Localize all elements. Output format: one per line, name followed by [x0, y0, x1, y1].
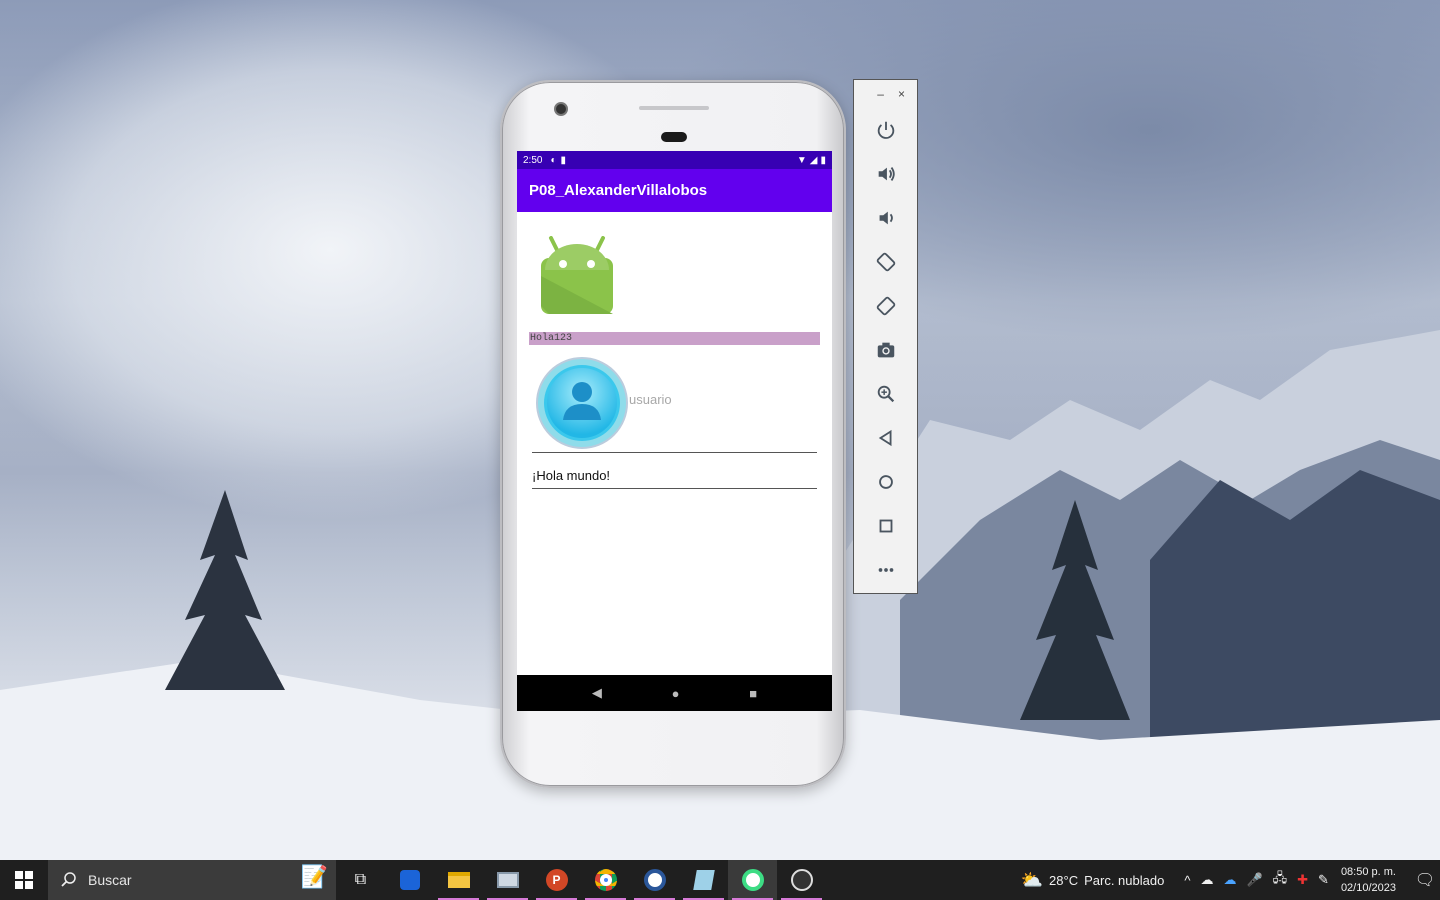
back-icon — [878, 429, 891, 447]
volume-down-button[interactable] — [854, 196, 917, 240]
username-underline — [532, 452, 817, 453]
app-icon-round — [643, 869, 666, 891]
system-tray: ⛅ 28°C Parc. nublado ^ ☁ ☁ 🎤 🖧 ✚ ✎ 08:50… — [1021, 860, 1440, 900]
emulator-window-buttons: – × — [854, 80, 917, 108]
password-text-highlight: Hola123 — [529, 332, 820, 345]
power-icon — [877, 121, 894, 139]
obs-icon — [790, 869, 813, 891]
windows-taskbar: Buscar 📝 ⧉ P ⛅ 28°C Parc. nublado ^ ☁ ☁ … — [0, 860, 1440, 900]
zoom-icon — [877, 385, 894, 403]
folder-icon — [447, 872, 470, 888]
weather-widget[interactable]: ⛅ 28°C Parc. nublado — [1021, 870, 1165, 891]
emulator-controls-panel: – × — [853, 79, 918, 594]
task-view-icon: ⧉ — [354, 871, 367, 888]
nav-back-button[interactable]: ◀ — [592, 685, 602, 701]
monitor-icon — [496, 872, 519, 888]
rotate-left-button[interactable] — [854, 240, 917, 284]
rotate-left-icon — [876, 252, 895, 272]
taskbar-app-monitor[interactable] — [483, 860, 532, 900]
minimize-button[interactable]: – — [877, 87, 884, 101]
volume-down-icon — [879, 211, 893, 225]
partly-cloudy-icon: ⛅ — [1020, 869, 1044, 890]
cloud-icon[interactable]: ☁ — [1200, 872, 1213, 888]
emu-overview-button[interactable] — [854, 504, 917, 548]
more-icon — [878, 568, 893, 572]
greeting-input[interactable]: ¡Hola mundo! — [532, 468, 817, 488]
overview-icon — [879, 519, 892, 533]
battery-icon: ▮ — [820, 154, 826, 166]
app-title: P08_AlexanderVillalobos — [529, 182, 708, 199]
pen-icon[interactable]: ✎ — [1318, 872, 1329, 888]
phone-device: 2:50 ◐ ▮ ▼ ◢ ▮ P08_AlexanderVillalobos H… — [500, 80, 846, 788]
taskbar-app-chrome[interactable] — [581, 860, 630, 900]
status-time: 2:50 — [523, 154, 543, 166]
windows-logo-icon — [15, 871, 33, 889]
username-input[interactable]: usuario — [629, 392, 817, 412]
user-avatar-icon — [536, 357, 628, 449]
status-bar: 2:50 ◐ ▮ ▼ ◢ ▮ — [517, 151, 832, 169]
rotate-right-button[interactable] — [854, 284, 917, 328]
data-saver-icon: ◐ — [550, 154, 557, 166]
more-options-button[interactable] — [854, 548, 917, 592]
clock[interactable]: 08:50 p. m. 02/10/2023 — [1341, 864, 1396, 896]
taskbar-app-word[interactable] — [630, 860, 679, 900]
notification-icon: 🗨 — [1414, 872, 1436, 889]
signal-icon: ◢ — [809, 154, 818, 166]
clock-date: 02/10/2023 — [1340, 882, 1396, 894]
home-icon — [878, 475, 893, 489]
taskbar-app-android-studio[interactable] — [728, 860, 777, 900]
greeting-underline — [532, 488, 817, 489]
chevron-up-icon[interactable]: ^ — [1184, 873, 1190, 888]
camera-icon — [877, 342, 894, 358]
taskbar-search-box[interactable]: Buscar 📝 — [48, 860, 336, 900]
taskbar-app-obs[interactable] — [777, 860, 826, 900]
weather-temperature: 28°C — [1049, 872, 1079, 888]
powerpoint-icon: P — [545, 869, 568, 891]
phone-screen: 2:50 ◐ ▮ ▼ ◢ ▮ P08_AlexanderVillalobos H… — [517, 151, 832, 711]
network-icon[interactable]: 🖧 — [1273, 869, 1288, 891]
search-highlight-icon: 📝 — [300, 864, 328, 889]
app-content: Hola123 usuario ¡Hola mundo! — [517, 212, 832, 675]
taskbar-app-notes[interactable] — [679, 860, 728, 900]
chrome-icon — [594, 869, 617, 891]
screenshot-button[interactable] — [854, 328, 917, 372]
earpiece-speaker — [639, 106, 709, 110]
android-studio-icon — [741, 869, 764, 891]
emu-back-button[interactable] — [854, 416, 917, 460]
volume-up-button[interactable] — [854, 152, 917, 196]
app-icon-blue — [399, 870, 420, 890]
emu-home-button[interactable] — [854, 460, 917, 504]
weather-description: Parc. nublado — [1084, 872, 1165, 888]
close-button[interactable]: × — [898, 87, 905, 101]
taskbar-app-camera[interactable] — [385, 860, 434, 900]
rotate-right-icon — [876, 296, 895, 316]
clock-time: 08:50 p. m. — [1340, 866, 1396, 878]
zoom-button[interactable] — [854, 372, 917, 416]
notes-icon — [692, 870, 715, 890]
nav-recents-button[interactable]: ■ — [749, 686, 757, 701]
notification-button[interactable]: 🗨 — [1410, 870, 1440, 890]
taskbar-app-explorer[interactable] — [434, 860, 483, 900]
start-button[interactable] — [0, 860, 48, 900]
android-logo-image — [541, 236, 613, 314]
android-nav-bar: ◀ ● ■ — [517, 675, 832, 711]
proximity-sensor — [661, 132, 687, 142]
search-icon — [61, 872, 76, 887]
sd-card-icon: ▮ — [560, 154, 567, 166]
onedrive-icon[interactable]: ☁ — [1223, 872, 1236, 888]
nav-home-button[interactable]: ● — [672, 686, 680, 701]
microphone-icon[interactable]: 🎤 — [1246, 872, 1262, 888]
search-label: Buscar — [88, 872, 132, 888]
volume-up-icon — [878, 167, 895, 181]
wifi-icon: ▼ — [796, 154, 807, 166]
front-camera — [554, 102, 568, 116]
power-button[interactable] — [854, 108, 917, 152]
taskbar-app-powerpoint[interactable]: P — [532, 860, 581, 900]
app-tray-icon[interactable]: ✚ — [1297, 872, 1308, 888]
tray-icons: ^ ☁ ☁ 🎤 🖧 ✚ ✎ — [1184, 869, 1329, 891]
task-view-button[interactable]: ⧉ — [336, 860, 385, 900]
app-bar: P08_AlexanderVillalobos — [517, 169, 832, 212]
